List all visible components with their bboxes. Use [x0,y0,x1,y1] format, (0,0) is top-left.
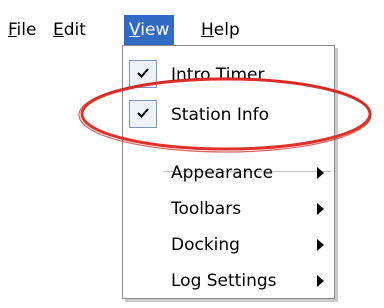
menu-item-label: Appearance [171,163,274,183]
menu-view-label: iew [140,20,170,40]
menu-item-log-settings[interactable]: Log Settings [123,263,334,299]
menu-item-toolbars[interactable]: Toolbars [123,191,334,227]
checkmark-icon [137,68,149,78]
menu-help-mnemonic: H [201,20,214,40]
menu-edit-label: dit [63,20,86,40]
triangle-right-icon [317,167,324,179]
triangle-right-icon [317,203,324,215]
check-indicator [129,60,157,88]
menu-item-intro-timer[interactable]: Intro Timer [123,57,334,93]
menu-item-label: Station Info [171,105,270,125]
menu-item-label: Toolbars [171,199,242,219]
menu-item-appearance[interactable]: Appearance [123,155,334,191]
menu-file-mnemonic: F [8,20,17,40]
menu-view[interactable]: View [124,15,175,45]
menu-item-label: Intro Timer [171,65,265,85]
menu-item-station-info[interactable]: Station Info [123,97,334,133]
menu-edit-mnemonic: E [53,20,64,40]
menu-item-label: Log Settings [171,271,277,291]
menu-item-docking[interactable]: Docking [123,227,334,263]
menu-help-label: elp [213,20,240,40]
menu-file[interactable]: File [3,15,41,45]
menu-edit[interactable]: Edit [48,15,91,45]
triangle-right-icon [317,239,324,251]
menu-view-mnemonic: V [129,20,141,40]
triangle-right-icon [317,275,324,287]
view-menu-dropdown: Intro Timer Station Info Appearance Tool… [122,45,335,299]
menu-help[interactable]: Help [196,15,245,45]
check-indicator [129,100,157,128]
checkmark-icon [137,108,149,118]
menu-file-label: ile [16,20,37,40]
menu-item-label: Docking [171,235,240,255]
